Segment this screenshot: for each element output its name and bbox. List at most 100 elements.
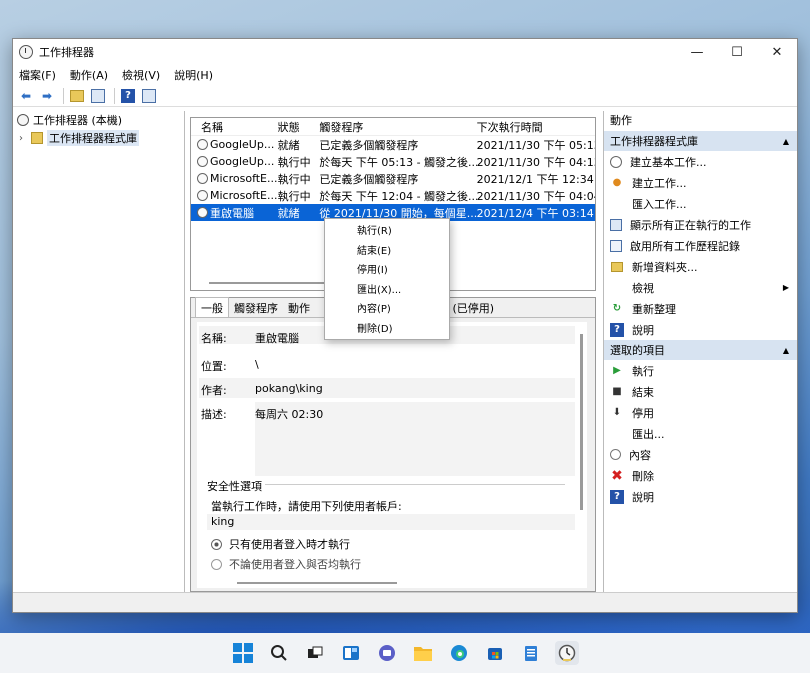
author-label: 作者: [201,384,227,397]
action-enable-history[interactable]: 啟用所有工作歷程記錄 [604,235,797,256]
action-properties[interactable]: 內容 [604,444,797,465]
action-label: 新增資料夾... [632,260,698,274]
action-label: 啟用所有工作歷程記錄 [630,239,740,253]
column-header-name[interactable]: 名稱 [191,119,278,135]
tree-item-root[interactable]: 工作排程器 (本機) [13,111,184,129]
search-icon[interactable] [267,641,291,665]
store-icon[interactable] [483,641,507,665]
column-header-trigger[interactable]: 觸發程序 [319,119,476,135]
chat-icon[interactable] [375,641,399,665]
action-run[interactable]: ▶ 執行 [604,360,797,381]
action-help-selected[interactable]: ? 說明 [604,486,797,507]
chevron-right-icon[interactable]: › [19,133,31,144]
show-hide-action-pane-icon[interactable] [140,87,158,105]
tab-triggers[interactable]: 觸發程序 [229,299,283,317]
name-value[interactable]: 重啟電腦 [255,330,299,346]
end-icon: ■ [612,386,622,397]
table-row[interactable]: MicrosoftE... 執行中 於每天 下午 12:04 - 觸發之後...… [191,187,595,204]
action-create-basic-task[interactable]: 建立基本工作... [604,151,797,172]
task-view-icon[interactable] [303,641,327,665]
action-view[interactable]: 檢視 ▶ [604,277,797,298]
create-task-icon: ● [612,177,622,188]
context-menu-export[interactable]: 匯出(X)... [325,281,449,301]
author-value: pokang\king [255,382,323,395]
task-status: 執行中 [277,155,311,169]
collapse-caret-icon[interactable]: ▲ [783,137,789,146]
context-menu-properties[interactable]: 內容(P) [325,300,449,320]
disable-icon: ⬇ [612,407,622,418]
create-basic-task-icon [610,155,622,168]
tab-general[interactable]: 一般 [195,297,229,317]
tree-item-library[interactable]: › 工作排程器程式庫 [13,129,184,147]
vertical-scrollbar[interactable] [580,334,583,510]
close-button[interactable]: ✕ [757,39,797,65]
actions-section-library[interactable]: 工作排程器程式庫 ▲ [604,131,797,151]
radio-run-logged-on[interactable]: 只有使用者登入時才執行 [211,536,350,552]
description-value: 每周六 02:30 [255,408,324,421]
toolbar-separator [63,87,64,104]
table-row[interactable]: GoogleUp... 就緒 已定義多個觸發程序 2021/11/30 下午 0… [191,136,595,153]
location-field: 位置: \ [201,358,259,374]
properties-icon [610,449,621,460]
clock-icon [197,190,208,201]
action-export[interactable]: 匯出... [604,423,797,444]
action-disable[interactable]: ⬇ 停用 [604,402,797,423]
help-icon[interactable]: ? [119,87,137,105]
table-row[interactable]: GoogleUp... 執行中 於每天 下午 05:13 - 觸發之後... 2… [191,153,595,170]
edge-icon[interactable] [447,641,471,665]
action-create-task[interactable]: ● 建立工作... [604,172,797,193]
status-bar [13,592,797,612]
task-name: GoogleUp... [210,155,275,168]
tab-actions[interactable]: 動作 [283,299,315,317]
menu-file[interactable]: 檔案(F) [19,67,56,83]
toolbar-separator [114,87,115,104]
start-icon[interactable] [231,641,255,665]
action-import-task[interactable]: 匯入工作... [604,193,797,214]
description-label: 描述: [201,408,227,421]
collapse-caret-icon[interactable]: ▲ [783,346,789,355]
show-hide-console-tree-icon[interactable] [89,87,107,105]
task-trigger: 於每天 下午 12:04 - 觸發之後... [319,189,477,203]
up-folder-icon[interactable] [68,87,86,105]
action-end[interactable]: ■ 結束 [604,381,797,402]
radio-button[interactable] [211,558,222,570]
column-header-next-run[interactable]: 下次執行時間 [477,119,595,135]
minimize-button[interactable]: — [677,39,717,65]
task-name: MicrosoftE... [210,189,278,202]
forward-arrow-icon[interactable]: ➡ [38,87,56,105]
notepad-icon[interactable] [519,641,543,665]
actions-section-selected[interactable]: 選取的項目 ▲ [604,340,797,360]
menu-view[interactable]: 檢視(V) [122,67,160,83]
widgets-icon[interactable] [339,641,363,665]
submenu-arrow-icon: ▶ [782,283,789,292]
context-menu-disable[interactable]: 停用(I) [325,261,449,281]
center-pane: 名稱 狀態 觸發程序 下次執行時間 GoogleUp... 就緒 已定義多個觸發… [190,111,596,592]
task-next-run: 2021/11/30 下午 04:13 [476,155,595,169]
action-label: 顯示所有正在執行的工作 [630,218,751,232]
horizontal-scrollbar[interactable] [209,282,339,284]
maximize-button[interactable]: ☐ [717,39,757,65]
security-user-value: king [207,514,575,530]
action-display-running[interactable]: 顯示所有正在執行的工作 [604,214,797,235]
context-menu-run[interactable]: 執行(R) [325,222,449,242]
task-next-run: 2021/12/4 下午 03:14 [476,206,594,220]
context-menu-delete[interactable]: 刪除(D) [325,320,449,340]
task-scheduler-icon[interactable] [555,641,579,665]
context-menu-end[interactable]: 結束(E) [325,242,449,262]
file-explorer-icon[interactable] [411,641,435,665]
horizontal-scrollbar[interactable] [237,582,397,584]
action-new-folder[interactable]: 新增資料夾... [604,256,797,277]
task-status: 執行中 [277,172,311,186]
action-delete[interactable]: ✖ 刪除 [604,465,797,486]
menu-help[interactable]: 說明(H) [174,67,213,83]
title-bar[interactable]: 工作排程器 — ☐ ✕ [13,39,797,65]
back-arrow-icon[interactable]: ⬅ [17,87,35,105]
column-header-status[interactable]: 狀態 [278,119,320,135]
action-refresh[interactable]: ↻ 重新整理 [604,298,797,319]
action-label: 建立基本工作... [630,155,707,169]
radio-button-selected[interactable] [211,538,222,550]
table-row[interactable]: MicrosoftE... 執行中 已定義多個觸發程序 2021/12/1 下午… [191,170,595,187]
menu-action[interactable]: 動作(A) [70,67,108,83]
action-help[interactable]: ? 說明 [604,319,797,340]
radio-run-whether-logged-on[interactable]: 不論使用者登入與否均執行 [211,556,361,572]
